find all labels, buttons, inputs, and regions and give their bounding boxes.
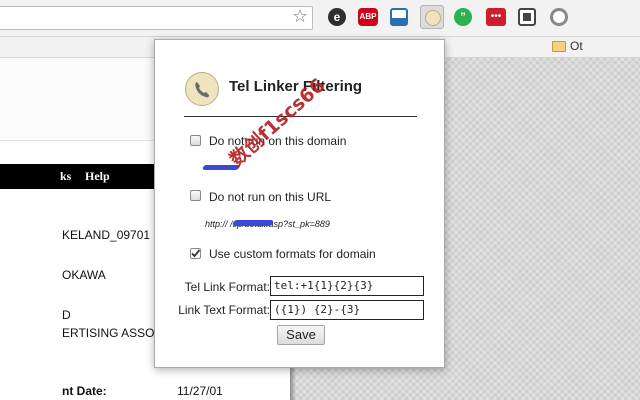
nav-item-help[interactable]: Help xyxy=(85,169,110,184)
no-run-url-label: Do not run on this URL xyxy=(209,190,332,204)
nav-item[interactable]: ks xyxy=(60,169,71,184)
bookmark-folder-label[interactable]: Ot xyxy=(570,39,583,53)
page-text: ERTISING ASSOCI xyxy=(62,326,167,340)
dots-extension-icon[interactable]: ••• xyxy=(486,8,506,26)
tel-link-format-label: Tel Link Format: xyxy=(184,280,270,294)
page-text: OKAWA xyxy=(62,268,106,282)
no-run-url-checkbox[interactable] xyxy=(190,190,201,201)
phone-logo-icon xyxy=(185,72,219,106)
bookmark-star-icon[interactable]: ☆ xyxy=(292,7,308,27)
address-bar[interactable] xyxy=(0,6,313,30)
folder-icon[interactable] xyxy=(552,41,566,52)
page-text: 11/27/01 xyxy=(177,384,223,398)
e-extension-icon[interactable]: e xyxy=(328,8,346,26)
hangouts-icon[interactable]: ” xyxy=(454,8,472,26)
save-button[interactable]: Save xyxy=(277,325,325,345)
browser-toolbar: ☆ e ABP ” ••• xyxy=(0,0,640,37)
link-text-format-input[interactable]: ({1}) {2}-{3} xyxy=(270,300,424,320)
tel-link-format-input[interactable]: tel:+1{1}{2}{3} xyxy=(270,276,424,296)
link-text-format-label: Link Text Format: xyxy=(178,303,270,317)
redacted-domain xyxy=(202,165,240,170)
redacted-url-part xyxy=(231,220,275,226)
custom-formats-checkbox[interactable] xyxy=(190,248,201,259)
page-nav-bar: ks Help xyxy=(0,164,154,189)
adblock-plus-icon[interactable]: ABP xyxy=(358,8,378,26)
no-run-domain-checkbox[interactable] xyxy=(190,135,201,146)
qr-code-icon[interactable] xyxy=(518,8,536,26)
page-text: D xyxy=(62,308,71,322)
tel-linker-icon[interactable] xyxy=(420,5,444,29)
custom-formats-label: Use custom formats for domain xyxy=(209,247,376,261)
page-text: nt Date: xyxy=(62,384,107,398)
window-extension-icon[interactable] xyxy=(390,8,408,26)
power-extension-icon[interactable] xyxy=(550,8,568,26)
page-text: KELAND_09701 xyxy=(62,228,151,242)
